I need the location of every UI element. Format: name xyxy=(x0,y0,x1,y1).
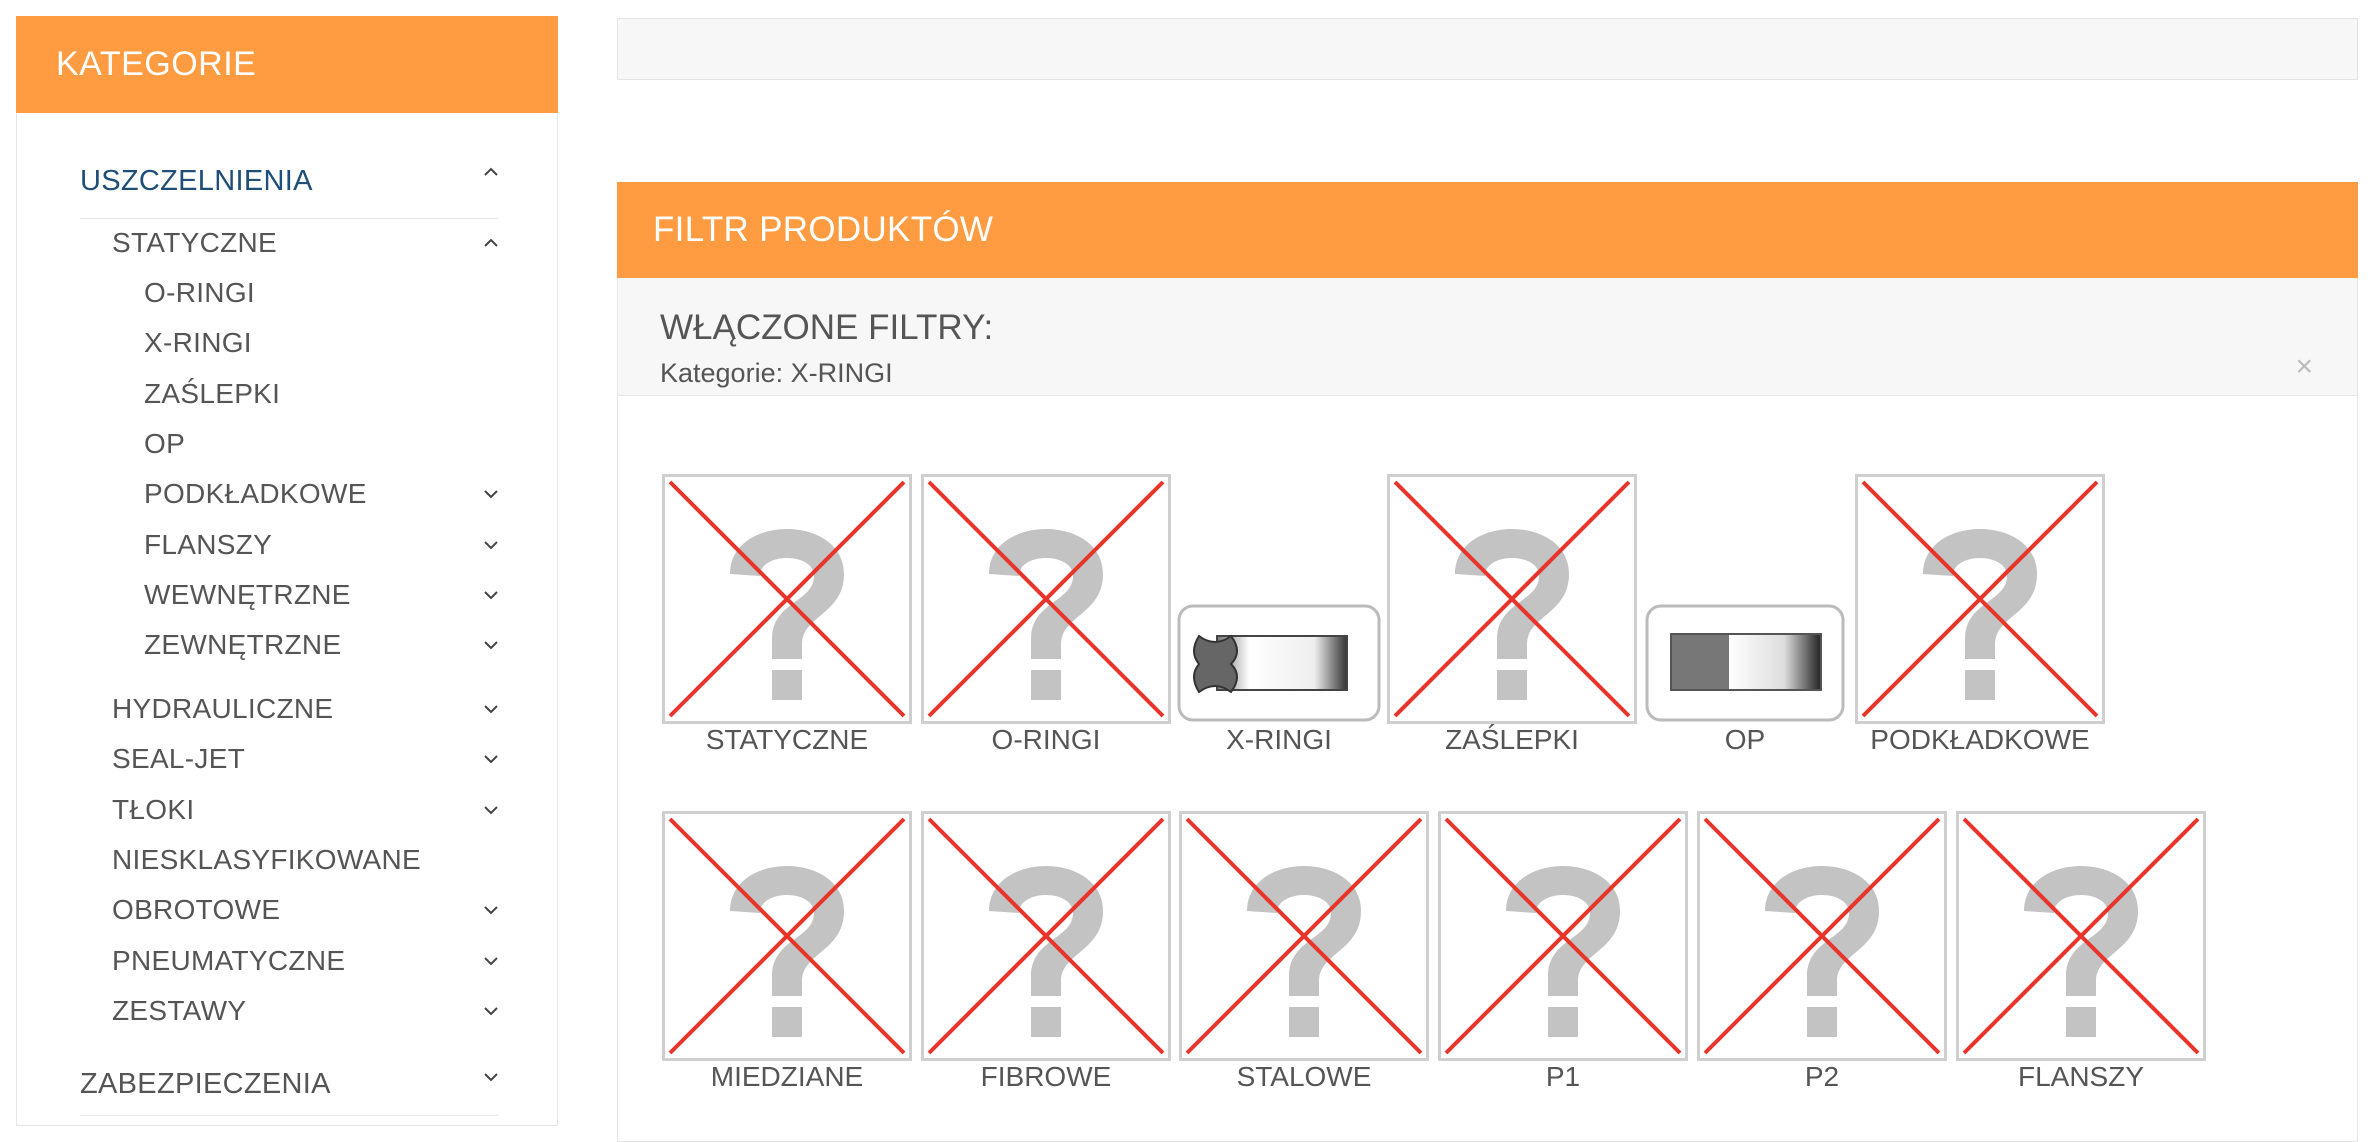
active-filter-item: Kategorie: X-RINGI xyxy=(660,358,893,388)
product-category-flanszy[interactable]: FLANSZY xyxy=(1956,811,2206,1111)
sidebar-item-label: O-RINGI xyxy=(144,277,255,308)
sidebar-item-label: STATYCZNE xyxy=(112,227,277,258)
chevron-down-icon[interactable] xyxy=(484,1004,498,1018)
sidebar-item-label: TŁOKI xyxy=(112,793,195,825)
chevron-down-icon[interactable] xyxy=(484,954,498,968)
filter-panel-title: FILTR PRODUKTÓW xyxy=(617,182,2358,278)
active-filters: WŁĄCZONE FILTRY: Kategorie: X-RINGI × xyxy=(618,278,2357,396)
sidebar-item-niesklasyfikowane[interactable]: NIESKLASYFIKOWANE xyxy=(112,842,498,878)
product-category-label: PODKŁADKOWE xyxy=(1870,724,2090,755)
top-bar xyxy=(617,18,2358,80)
sidebar-item-zewnetrzne[interactable]: ZEWNĘTRZNE xyxy=(144,627,498,663)
chevron-down-icon[interactable] xyxy=(484,1070,498,1084)
missing-image-icon xyxy=(1438,811,1688,1061)
product-category-miedziane[interactable]: MIEDZIANE xyxy=(662,811,912,1111)
sidebar-item-op[interactable]: OP xyxy=(144,426,498,462)
op-image xyxy=(1645,604,1845,722)
chevron-down-icon[interactable] xyxy=(484,538,498,552)
sidebar-item-zabezpieczenia[interactable]: ZABEZPIECZENIA xyxy=(80,1066,498,1102)
sidebar-item-podkladkowe[interactable]: PODKŁADKOWE xyxy=(144,476,498,512)
sidebar-item-label: PODKŁADKOWE xyxy=(144,478,367,510)
sidebar-item-label: PNEUMATYCZNE xyxy=(112,944,346,976)
sidebar-item-label: OBROTOWE xyxy=(112,894,281,926)
product-category-p1[interactable]: P1 xyxy=(1438,811,1688,1111)
missing-image-icon xyxy=(1956,811,2206,1061)
sidebar-item-label: USZCZELNIENIA xyxy=(80,164,313,197)
sidebar-item-uszczelnienia[interactable]: USZCZELNIENIA xyxy=(80,163,498,199)
sidebar-item-seal-jet[interactable]: SEAL-JET xyxy=(112,741,498,777)
divider xyxy=(80,1115,498,1116)
chevron-up-icon[interactable] xyxy=(484,165,498,179)
product-category-fibrowe[interactable]: FIBROWE xyxy=(921,811,1171,1111)
x-ring-image xyxy=(1177,604,1381,722)
divider xyxy=(80,218,498,219)
chevron-down-icon[interactable] xyxy=(484,638,498,652)
missing-image-icon xyxy=(1179,811,1429,1061)
sidebar-item-label: ZABEZPIECZENIA xyxy=(80,1067,331,1100)
sidebar-item-o-ringi[interactable]: O-RINGI xyxy=(144,275,498,311)
sidebar-item-label: WEWNĘTRZNE xyxy=(144,578,351,610)
sidebar-item-wewnetrzne[interactable]: WEWNĘTRZNE xyxy=(144,577,498,613)
sidebar-item-x-ringi[interactable]: X-RINGI xyxy=(144,325,498,361)
sidebar-item-label: X-RINGI xyxy=(144,327,252,359)
sidebar-item-label: ZAŚLEPKI xyxy=(144,377,281,409)
sidebar-item-label: OP xyxy=(144,427,186,459)
chevron-down-icon[interactable] xyxy=(484,752,498,766)
chevron-down-icon[interactable] xyxy=(484,588,498,602)
sidebar-item-label: ZEWNĘTRZNE xyxy=(144,629,342,661)
product-category-podkladkowe[interactable]: PODKŁADKOWE xyxy=(1855,474,2105,774)
missing-image-icon xyxy=(662,811,912,1061)
sidebar-item-label: NIESKLASYFIKOWANE xyxy=(112,843,422,875)
clear-filters-close-icon[interactable]: × xyxy=(2295,350,2313,384)
sidebar-item-tloki[interactable]: TŁOKI xyxy=(112,792,498,828)
chevron-down-icon[interactable] xyxy=(484,803,498,817)
sidebar-item-label: FLANSZY xyxy=(144,528,273,560)
chevron-down-icon[interactable] xyxy=(484,702,498,716)
sidebar-item-flanszy[interactable]: FLANSZY xyxy=(144,527,498,563)
sidebar-item-pneumatyczne[interactable]: PNEUMATYCZNE xyxy=(112,943,498,979)
product-category-statyczne[interactable]: STATYCZNE xyxy=(662,474,912,774)
sidebar-item-statyczne[interactable]: STATYCZNE xyxy=(112,225,498,261)
product-category-label: FLANSZY xyxy=(2017,1061,2145,1092)
sidebar-item-hydrauliczne[interactable]: HYDRAULICZNE xyxy=(112,691,498,727)
chevron-down-icon[interactable] xyxy=(484,903,498,917)
sidebar-item-label: HYDRAULICZNE xyxy=(112,693,334,724)
sidebar-item-label: SEAL-JET xyxy=(112,743,246,775)
product-category-p2[interactable]: P2 xyxy=(1697,811,1947,1111)
product-category-stalowe[interactable]: STALOWE xyxy=(1179,811,1429,1111)
chevron-up-icon[interactable] xyxy=(484,236,498,250)
missing-image-icon xyxy=(1387,474,1637,724)
missing-image-icon xyxy=(662,474,912,724)
sidebar-item-zestawy[interactable]: ZESTAWY xyxy=(112,993,498,1029)
active-filters-title: WŁĄCZONE FILTRY: xyxy=(660,308,994,347)
missing-image-icon xyxy=(921,474,1171,724)
chevron-down-icon[interactable] xyxy=(484,487,498,501)
missing-image-icon xyxy=(1697,811,1947,1061)
sidebar-item-obrotowe[interactable]: OBROTOWE xyxy=(112,892,498,928)
missing-image-icon xyxy=(1855,474,2105,724)
sidebar-item-zaslepki[interactable]: ZAŚLEPKI xyxy=(144,376,498,412)
sidebar-title: KATEGORIE xyxy=(16,16,558,113)
sidebar-item-label: ZESTAWY xyxy=(112,994,247,1026)
missing-image-icon xyxy=(921,811,1171,1061)
